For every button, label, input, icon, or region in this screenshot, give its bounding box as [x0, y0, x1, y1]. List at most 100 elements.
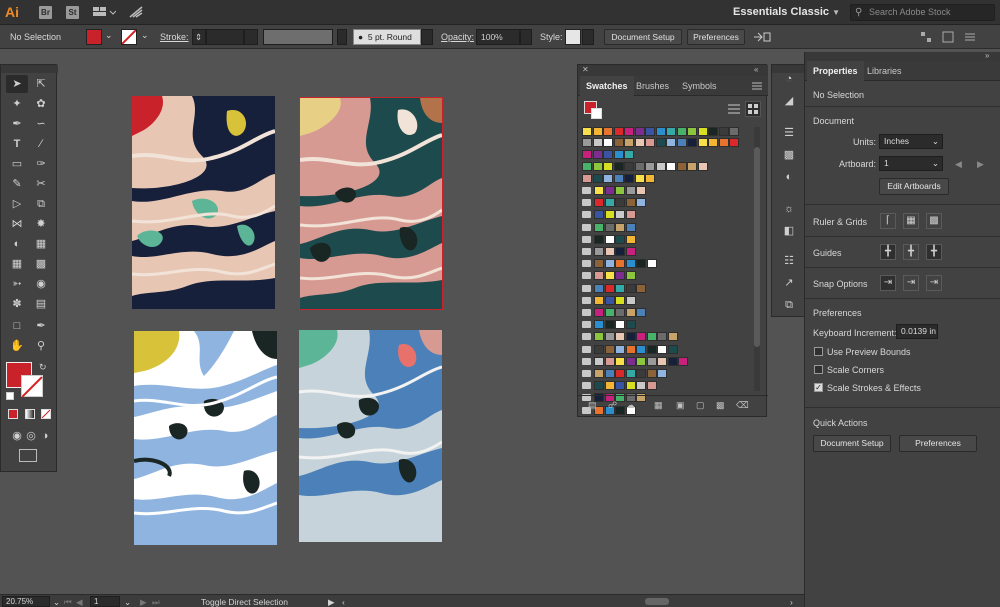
swatch-options-icon[interactable]: ▣: [676, 400, 685, 411]
swatch[interactable]: [624, 174, 634, 183]
swatch[interactable]: [613, 162, 624, 171]
artboard-2[interactable]: [299, 97, 443, 310]
swatch[interactable]: [676, 127, 687, 136]
swatch[interactable]: [615, 247, 625, 256]
swatch[interactable]: [594, 259, 604, 269]
swatch[interactable]: [718, 127, 729, 136]
swatch[interactable]: [678, 356, 688, 366]
swatch[interactable]: [625, 234, 636, 244]
swatch[interactable]: [594, 308, 604, 317]
variable-width-profile[interactable]: [263, 29, 333, 45]
brush-dropdown[interactable]: [421, 29, 433, 45]
curvature-tool-icon[interactable]: ∽: [30, 115, 52, 133]
stroke-dropdown-chevron-icon[interactable]: ⌄: [141, 30, 149, 41]
swatch[interactable]: [604, 369, 615, 378]
reflect-tool-icon[interactable]: ▷: [6, 195, 28, 213]
swatch[interactable]: [625, 271, 636, 281]
color-group-folder-icon[interactable]: [582, 284, 591, 292]
artboard-select[interactable]: 1 ⌄: [879, 156, 943, 171]
color-group-folder-icon[interactable]: [582, 248, 591, 255]
layers-panel-icon[interactable]: ☷: [780, 253, 798, 269]
profile-dropdown[interactable]: [337, 29, 347, 45]
swatch[interactable]: [604, 295, 615, 305]
swatch[interactable]: [697, 127, 708, 136]
swatch[interactable]: [666, 162, 676, 171]
lasso-tool-icon[interactable]: ✿: [30, 95, 52, 113]
horizontal-scrollbar-thumb[interactable]: [645, 598, 669, 605]
swatch[interactable]: [592, 162, 603, 171]
stroke-color-box[interactable]: [21, 375, 43, 397]
swatch[interactable]: [582, 127, 592, 136]
color-group-folder-icon[interactable]: [582, 345, 591, 353]
previous-artboard-icon[interactable]: ◀: [955, 159, 962, 170]
swatch[interactable]: [646, 344, 657, 354]
swatch[interactable]: [603, 150, 613, 159]
swatch[interactable]: [613, 174, 624, 183]
snap-to-point-icon[interactable]: ⇥: [880, 275, 896, 291]
stroke-label[interactable]: Stroke:: [160, 32, 189, 42]
swatch[interactable]: [592, 127, 603, 136]
swatch[interactable]: [625, 295, 636, 305]
swatch[interactable]: [687, 138, 697, 147]
next-artboard-icon[interactable]: ▶: [977, 159, 984, 170]
swatch[interactable]: [645, 162, 655, 171]
first-artboard-icon[interactable]: ⏮: [64, 597, 72, 607]
show-kinds-icon[interactable]: ▦: [654, 400, 663, 411]
swatch[interactable]: [634, 162, 645, 171]
style-dropdown[interactable]: [582, 29, 594, 45]
swatches-scrollbar[interactable]: [754, 127, 760, 391]
magic-wand-tool-icon[interactable]: ✦: [6, 95, 28, 113]
transparency-grid-icon[interactable]: ▩: [926, 213, 942, 229]
graphic-style-swatch[interactable]: [565, 29, 581, 45]
asset-export-icon[interactable]: ↗: [780, 275, 798, 291]
swatch[interactable]: [676, 162, 687, 171]
tab-swatches[interactable]: Swatches: [580, 76, 634, 96]
swatch[interactable]: [625, 381, 636, 391]
swatch[interactable]: [657, 344, 667, 354]
scroll-left-icon[interactable]: ‹: [342, 597, 345, 607]
swatch[interactable]: [655, 162, 666, 171]
swatch[interactable]: [604, 332, 615, 342]
swatch[interactable]: [624, 162, 634, 171]
swatch[interactable]: [708, 138, 718, 147]
swatch[interactable]: [636, 332, 646, 342]
shaper-tool-icon[interactable]: ✎: [6, 175, 28, 193]
artboard-tool-icon[interactable]: □: [6, 317, 28, 335]
panel-menu-icon[interactable]: [964, 31, 976, 43]
ruler-icon[interactable]: ⌈: [880, 213, 896, 229]
swatch[interactable]: [604, 210, 615, 220]
swatch[interactable]: [582, 162, 592, 171]
swatch[interactable]: [646, 259, 657, 269]
swatch[interactable]: [613, 138, 624, 147]
swatch[interactable]: [636, 308, 646, 317]
swatch[interactable]: [615, 259, 625, 269]
guides-icon[interactable]: ╋: [880, 244, 896, 260]
stroke-weight-dropdown[interactable]: [244, 29, 258, 45]
swatch[interactable]: [625, 344, 636, 354]
perspective-grid-tool-icon[interactable]: ▦: [30, 235, 52, 253]
last-artboard-icon[interactable]: ⏭: [152, 597, 160, 607]
swatch[interactable]: [708, 127, 718, 136]
swatch[interactable]: [624, 138, 634, 147]
opacity-dropdown[interactable]: [520, 29, 532, 45]
add-to-library-icon[interactable]: ☍: [608, 400, 617, 411]
delete-swatch-icon[interactable]: ⌫: [736, 400, 749, 411]
swatch[interactable]: [615, 356, 625, 366]
pen-tool-icon[interactable]: ✒: [6, 115, 28, 133]
next-artboard-icon[interactable]: ▶: [140, 597, 147, 607]
swatch[interactable]: [687, 162, 697, 171]
swatch[interactable]: [604, 308, 615, 317]
swatch[interactable]: [625, 369, 636, 378]
graphic-styles-icon[interactable]: ◧: [780, 223, 798, 239]
swatch[interactable]: [604, 344, 615, 354]
swatch[interactable]: [729, 138, 739, 147]
swatch[interactable]: [615, 271, 625, 281]
swatch[interactable]: [625, 198, 636, 208]
swatch[interactable]: [604, 381, 615, 391]
collapse-icon[interactable]: «: [754, 65, 758, 74]
use-preview-bounds-checkbox[interactable]: [814, 347, 823, 356]
stroke-weight-stepper[interactable]: ⇕: [192, 29, 206, 45]
swatch[interactable]: [594, 222, 604, 232]
swatch-grid[interactable]: [582, 127, 754, 415]
swatch[interactable]: [603, 138, 613, 147]
